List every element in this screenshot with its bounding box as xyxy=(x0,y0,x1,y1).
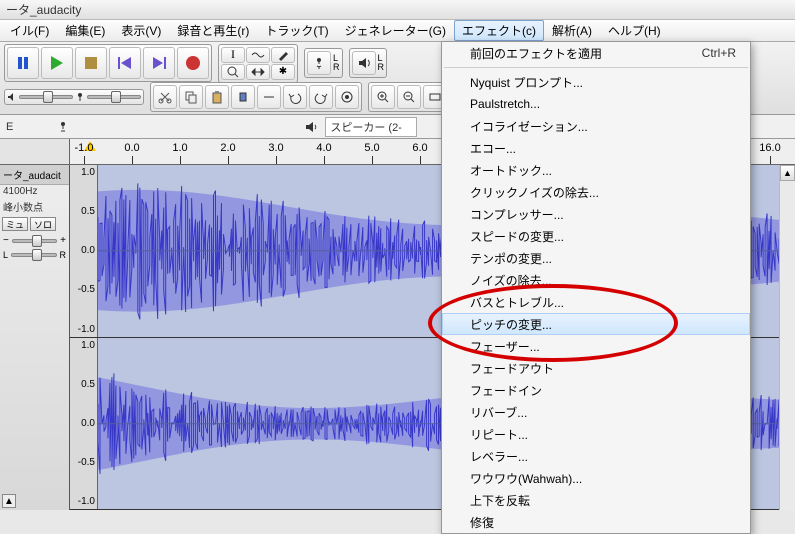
skip-start-button[interactable] xyxy=(109,47,141,79)
ruler-label: 2.0 xyxy=(220,142,235,154)
host-label: E xyxy=(6,121,13,133)
effect-menu-item[interactable]: フェードアウト xyxy=(442,357,750,379)
menubar: イル(F)編集(E)表示(V)録音と再生(r)トラック(T)ジェネレーター(G)… xyxy=(0,20,795,42)
menu-ジェネレーター(G)[interactable]: ジェネレーター(G) xyxy=(337,20,454,41)
effect-menu-item[interactable]: フェーザー... xyxy=(442,335,750,357)
draw-tool[interactable] xyxy=(271,47,295,63)
play-button[interactable] xyxy=(41,47,73,79)
menu-ヘルプ(H)[interactable]: ヘルプ(H) xyxy=(600,20,669,41)
envelope-tool[interactable] xyxy=(246,47,270,63)
stop-button[interactable] xyxy=(75,47,107,79)
cut-button[interactable] xyxy=(153,85,177,109)
effect-menu-item[interactable]: オートドック... xyxy=(442,159,750,181)
effect-menu-item[interactable]: リバーブ... xyxy=(442,401,750,423)
ruler-label: 4.0 xyxy=(316,142,331,154)
effect-menu-item[interactable]: Nyquist プロンプト... xyxy=(442,71,750,93)
solo-button[interactable]: ソロ xyxy=(30,217,56,231)
ruler-label: 3.0 xyxy=(268,142,283,154)
menu-解析(A)[interactable]: 解析(A) xyxy=(544,20,600,41)
effect-menu-item[interactable]: 上下を反転 xyxy=(442,489,750,511)
effect-menu-item[interactable]: コンプレッサー... xyxy=(442,203,750,225)
amplitude-axis: 1.00.50.0-0.5-1.0 xyxy=(70,165,98,337)
menu-repeat-last[interactable]: 前回のエフェクトを適用 Ctrl+R xyxy=(442,42,750,64)
output-volume-slider[interactable] xyxy=(19,95,73,99)
zoom-tool[interactable] xyxy=(221,64,245,80)
effect-menu-item[interactable]: エコー... xyxy=(442,137,750,159)
menu-トラック(T)[interactable]: トラック(T) xyxy=(257,20,336,41)
selection-tool[interactable]: I xyxy=(221,47,245,63)
window-title: ータ_audacity xyxy=(6,1,81,18)
effect-menu-item[interactable]: ピッチの変更... xyxy=(442,313,750,335)
effect-menu-item[interactable]: スピードの変更... xyxy=(442,225,750,247)
timeshift-tool[interactable] xyxy=(246,64,270,80)
effect-menu-item[interactable]: リピート... xyxy=(442,423,750,445)
effect-menu-item[interactable]: レベラー... xyxy=(442,445,750,467)
zoom-out-button[interactable] xyxy=(397,85,421,109)
mic-icon xyxy=(55,119,71,135)
mute-button[interactable]: ミュ xyxy=(2,217,28,231)
effect-menu-item[interactable]: Paulstretch... xyxy=(442,93,750,115)
output-device[interactable]: スピーカー (2- xyxy=(325,117,417,137)
menu-編集(E)[interactable]: 編集(E) xyxy=(57,20,113,41)
mic-meter-icon[interactable] xyxy=(307,51,331,75)
speaker-icon xyxy=(303,119,319,135)
paste-button[interactable] xyxy=(205,85,229,109)
meter-group-2: LR xyxy=(349,48,388,78)
effect-menu-item[interactable]: テンポの変更... xyxy=(442,247,750,269)
ruler-label: 0.0 xyxy=(124,142,139,154)
undo-button[interactable] xyxy=(283,85,307,109)
meter-group: LR xyxy=(304,48,343,78)
record-button[interactable] xyxy=(177,47,209,79)
pause-button[interactable] xyxy=(7,47,39,79)
effect-menu-item[interactable]: クリックノイズの除去... xyxy=(442,181,750,203)
zoom-in-button[interactable] xyxy=(371,85,395,109)
ruler-label: 1.0 xyxy=(172,142,187,154)
effect-menu-item[interactable]: イコライゼーション... xyxy=(442,115,750,137)
edit-tools: I ✱ xyxy=(218,44,298,83)
effect-menu-item[interactable]: フェードイン xyxy=(442,379,750,401)
speaker-meter-icon[interactable] xyxy=(352,51,376,75)
transport-controls xyxy=(4,44,212,82)
gain-slider[interactable] xyxy=(12,239,57,243)
multi-tool[interactable]: ✱ xyxy=(271,64,295,80)
ruler-label: 16.0 xyxy=(759,142,780,154)
redo-button[interactable] xyxy=(309,85,333,109)
edit-buttons xyxy=(150,82,362,112)
effect-menu-item[interactable]: 修復 xyxy=(442,511,750,533)
menu-イル(F)[interactable]: イル(F) xyxy=(2,20,57,41)
menu-エフェクト(c)[interactable]: エフェクト(c) xyxy=(454,20,544,41)
pan-slider[interactable] xyxy=(11,253,56,257)
window-titlebar: ータ_audacity xyxy=(0,0,795,20)
ruler-label: -1.0 xyxy=(75,142,94,154)
vertical-scrollbar[interactable]: ▲ xyxy=(779,165,795,510)
track-format: 峰小数点 xyxy=(0,198,69,215)
menu-表示(V)[interactable]: 表示(V) xyxy=(113,20,169,41)
sync-lock-button[interactable] xyxy=(335,85,359,109)
effect-menu-item[interactable]: バスとトレブル... xyxy=(442,291,750,313)
amplitude-axis: 1.00.50.0-0.5-1.0 xyxy=(70,338,98,510)
skip-end-button[interactable] xyxy=(143,47,175,79)
effect-menu-item[interactable]: ノイズの除去... xyxy=(442,269,750,291)
effects-menu-dropdown: 前回のエフェクトを適用 Ctrl+R Nyquist プロンプト...Pauls… xyxy=(441,41,751,534)
input-volume-slider[interactable] xyxy=(87,95,141,99)
effect-menu-item[interactable]: ワウワウ(Wahwah)... xyxy=(442,467,750,489)
trim-button[interactable] xyxy=(231,85,255,109)
volume-sliders xyxy=(4,89,144,105)
copy-button[interactable] xyxy=(179,85,203,109)
track-rate: 4100Hz xyxy=(0,185,69,198)
silence-button[interactable] xyxy=(257,85,281,109)
ruler-label: 6.0 xyxy=(412,142,427,154)
track-control-panel[interactable]: ータ_audacit 4100Hz 峰小数点 ミュ ソロ − + L R ▲ xyxy=(0,165,70,510)
track-name[interactable]: ータ_audacit xyxy=(0,165,69,185)
collapse-button[interactable]: ▲ xyxy=(2,494,16,508)
ruler-label: 5.0 xyxy=(364,142,379,154)
menu-録音と再生(r)[interactable]: 録音と再生(r) xyxy=(169,20,257,41)
